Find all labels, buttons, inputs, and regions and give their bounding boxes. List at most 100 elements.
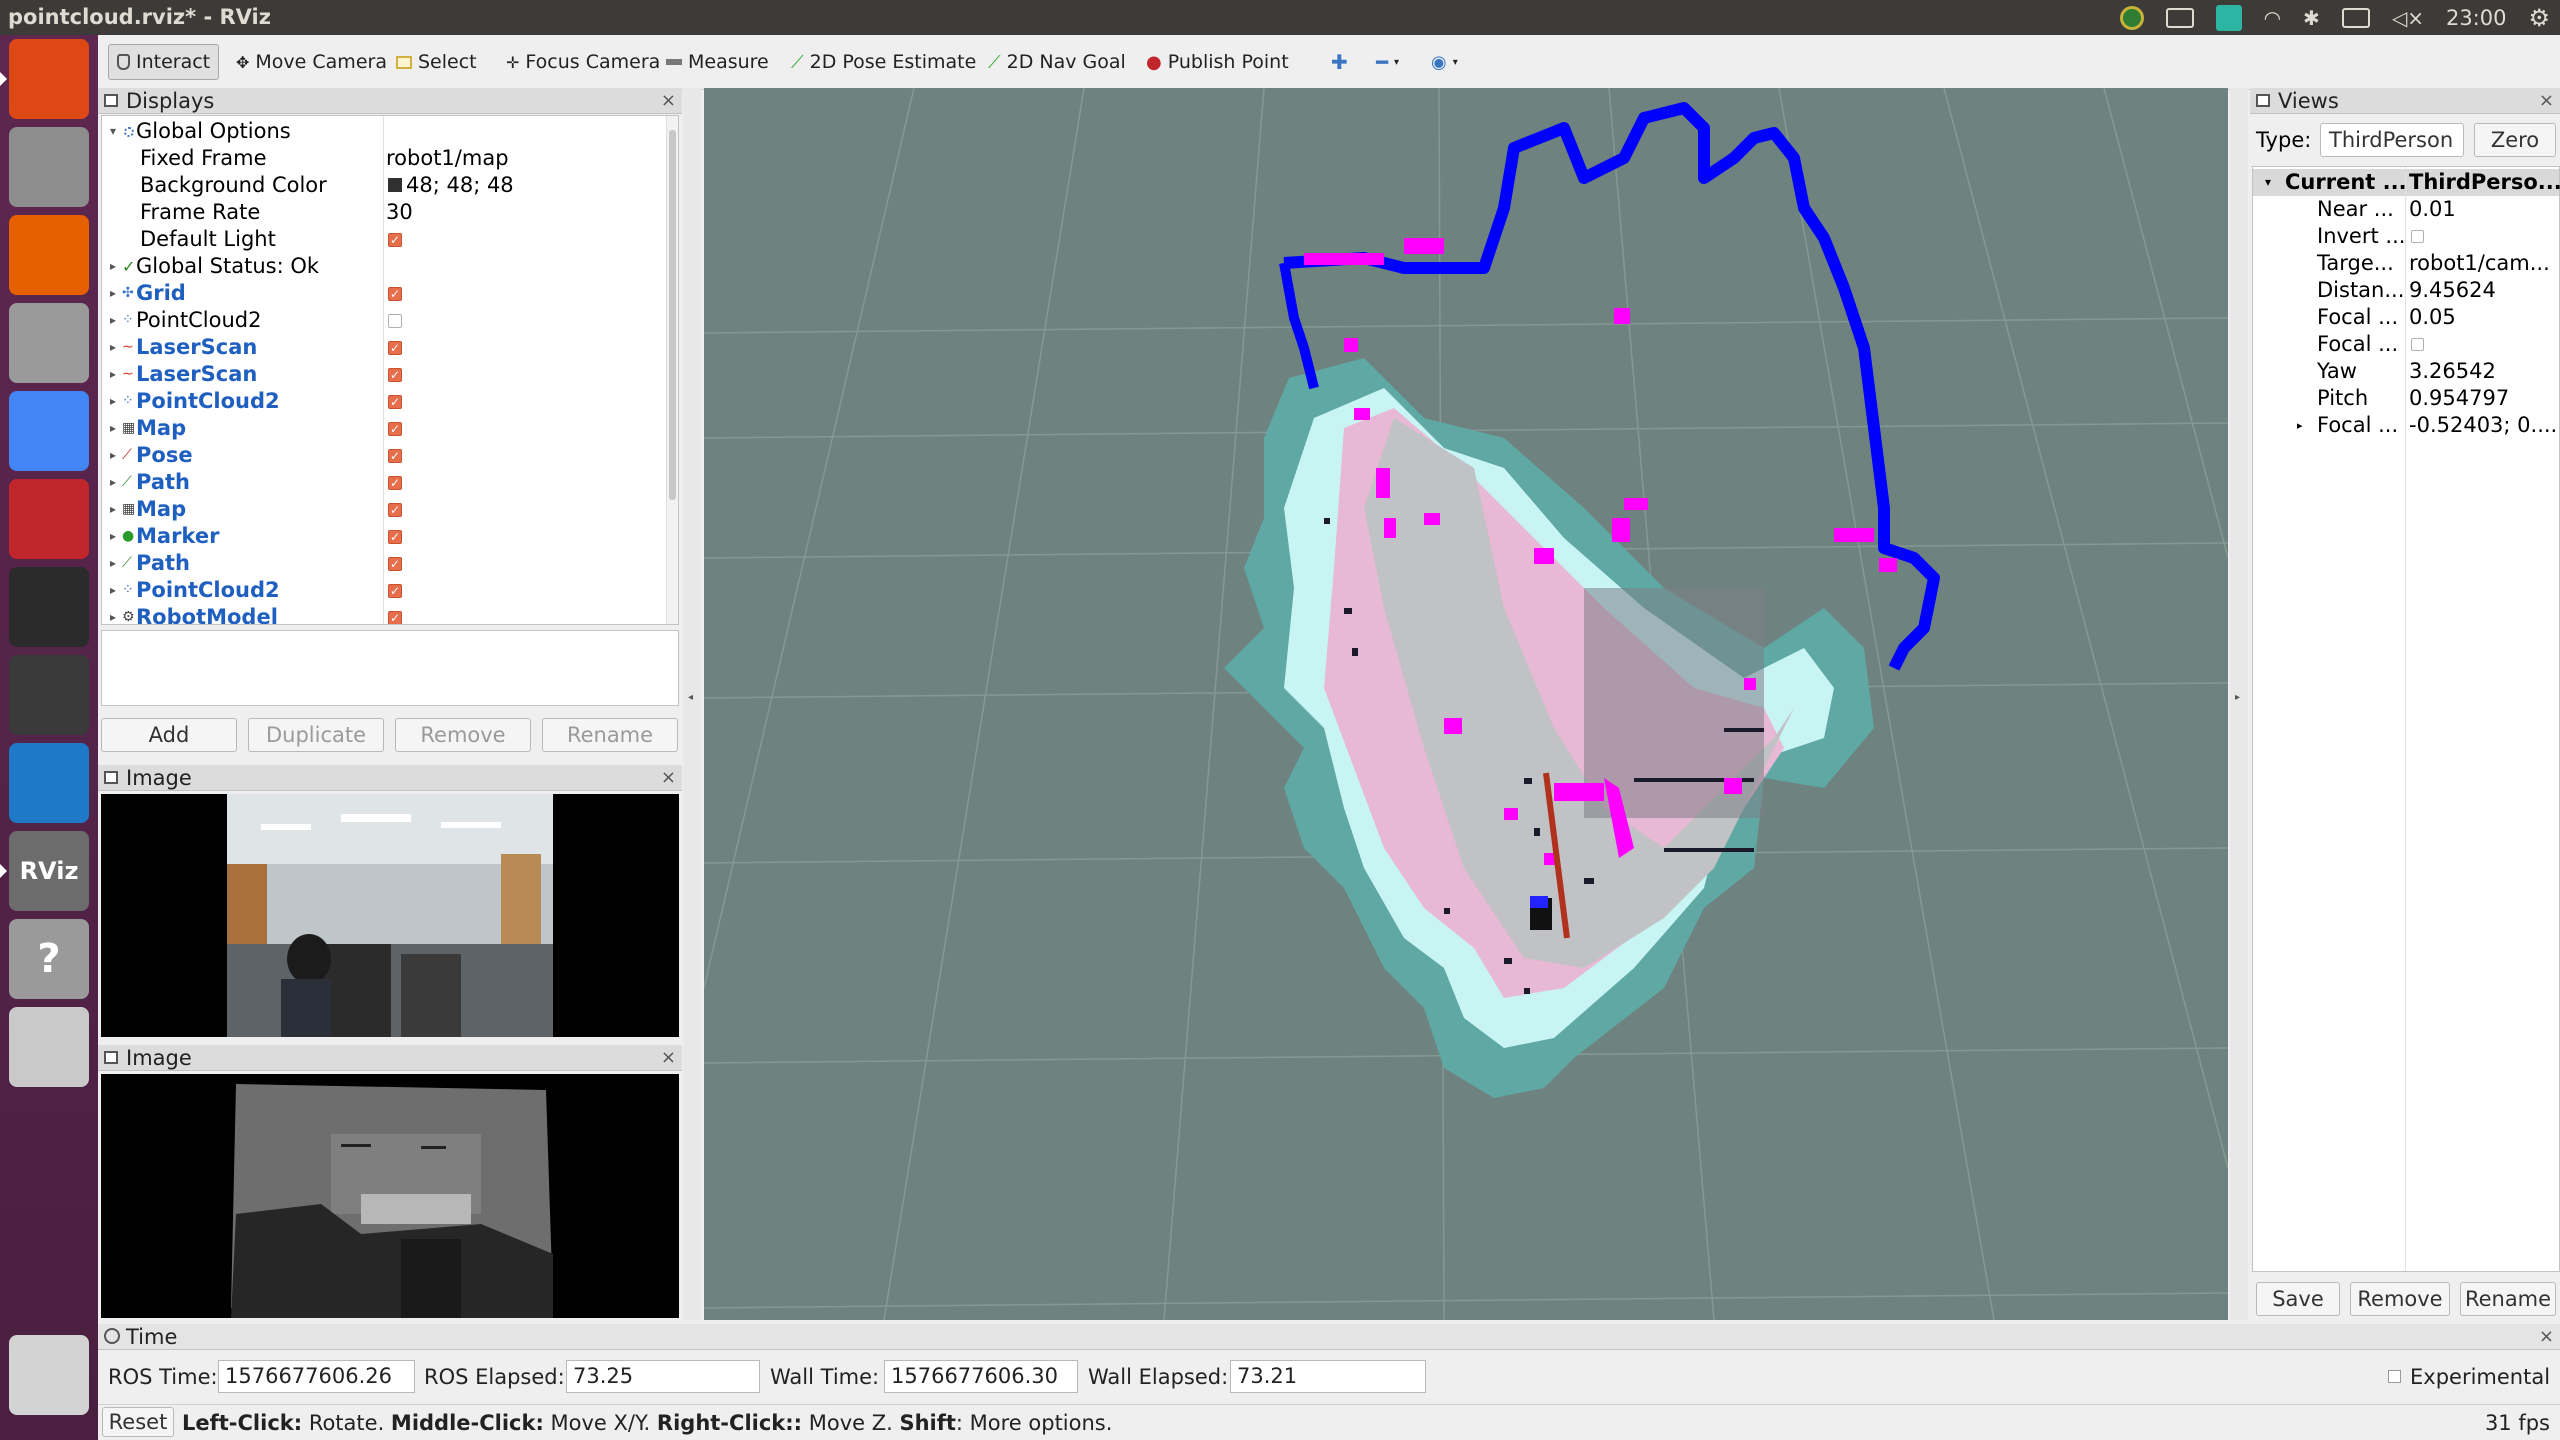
display-enabled-checkbox[interactable]	[388, 524, 402, 551]
display-enabled-checkbox[interactable]	[388, 443, 402, 470]
battery-icon[interactable]	[2341, 7, 2370, 28]
expand-arrow-icon[interactable]: ▸	[110, 469, 116, 496]
expand-arrow-icon[interactable]: ▸	[110, 253, 116, 280]
expand-arrow-icon[interactable]: ▸	[110, 442, 116, 469]
display-item-marker[interactable]: ▸ ● Marker	[102, 523, 668, 551]
display-item-grid[interactable]: ▸ ✣ Grid	[102, 280, 668, 308]
collapse-right-icon[interactable]: ▸	[2235, 692, 2240, 703]
default-light-checkbox[interactable]	[388, 227, 402, 254]
close-icon[interactable]: ×	[661, 88, 676, 114]
expand-arrow-icon[interactable]: ▾	[110, 118, 116, 145]
expand-arrow-icon[interactable]: ▸	[110, 577, 116, 604]
gear-icon[interactable]: ⚙	[2528, 4, 2550, 32]
3d-render-view[interactable]	[704, 88, 2228, 1320]
expand-arrow-icon[interactable]: ▸	[2297, 412, 2303, 439]
view-property-row[interactable]: ▸ Focal ... -0.52403; 0....	[2253, 412, 2559, 439]
view-property-row[interactable]: Yaw 3.26542	[2253, 358, 2559, 385]
tree-property-row[interactable]: Frame Rate 30	[102, 199, 668, 226]
duplicate-button[interactable]: Duplicate	[248, 718, 384, 752]
view-property-checkbox[interactable]	[2411, 230, 2424, 243]
scrollbar-thumb[interactable]	[669, 130, 676, 500]
expand-arrow-icon[interactable]: ▸	[110, 415, 116, 442]
expand-arrow-icon[interactable]: ▸	[110, 334, 116, 361]
terminal-app-icon[interactable]	[9, 479, 89, 559]
display-enabled-checkbox[interactable]	[388, 314, 402, 328]
display-enabled-checkbox[interactable]	[388, 389, 402, 416]
tree-property-row[interactable]: Default Light	[102, 226, 668, 254]
view-property-value[interactable]: 3.26542	[2409, 358, 2496, 385]
display-item-robotmodel[interactable]: ▸ ⚙ RobotModel	[102, 604, 668, 624]
cheese-camera-icon[interactable]	[9, 655, 89, 735]
property-value[interactable]: 48; 48; 48	[406, 172, 514, 199]
display-item-pointcloud2[interactable]: ▸ ⁘ PointCloud2	[102, 577, 668, 605]
expand-arrow-icon[interactable]: ▸	[110, 388, 116, 415]
remove-button[interactable]: Remove	[395, 718, 531, 752]
clock[interactable]: 23:00	[2446, 6, 2507, 30]
expand-arrow-icon[interactable]: ▸	[110, 523, 116, 550]
display-enabled-checkbox[interactable]	[388, 281, 402, 308]
rename-button[interactable]: Rename	[542, 718, 678, 752]
rviz-icon[interactable]: RViz	[9, 831, 89, 911]
expand-arrow-icon[interactable]: ▸	[110, 280, 116, 307]
view-property-value[interactable]: 0.01	[2409, 196, 2456, 223]
keyboard-icon[interactable]	[2165, 7, 2194, 28]
experimental-checkbox[interactable]	[2388, 1370, 2401, 1383]
expand-arrow-icon[interactable]: ▸	[110, 496, 116, 523]
zero-button[interactable]: Zero	[2474, 123, 2556, 157]
display-enabled-checkbox[interactable]	[388, 551, 402, 578]
files-icon[interactable]	[9, 127, 89, 207]
add-button[interactable]: Add	[101, 718, 237, 752]
current-view-row[interactable]: ▾ Current ... ThirdPerso...	[2253, 169, 2560, 196]
publish-point-tool[interactable]: ● Publish Point	[1138, 44, 1297, 80]
expand-arrow-icon[interactable]: ▸	[110, 604, 116, 624]
view-property-row[interactable]: Focal ... 0.05	[2253, 304, 2559, 331]
display-item-path[interactable]: ▸ ⟋ Path	[102, 469, 668, 497]
vscode-icon[interactable]	[9, 743, 89, 823]
view-property-row[interactable]: Targe... robot1/cam...	[2253, 250, 2559, 277]
trash-icon[interactable]	[9, 1335, 89, 1415]
display-item-pointcloud2[interactable]: ▸ ⁘ PointCloud2	[102, 388, 668, 416]
collapse-left-icon[interactable]: ◂	[688, 692, 693, 703]
measure-tool[interactable]: Measure	[658, 44, 777, 80]
close-icon[interactable]: ×	[2539, 88, 2554, 114]
bluetooth-icon[interactable]: ✱	[2303, 6, 2320, 30]
move-camera-tool[interactable]: ✥ Move Camera	[228, 44, 395, 80]
reset-button[interactable]: Reset	[102, 1407, 174, 1437]
property-value[interactable]: robot1/map	[386, 145, 509, 172]
close-icon[interactable]: ×	[2539, 1324, 2554, 1350]
property-value[interactable]: 30	[386, 199, 413, 226]
view-property-value[interactable]: 0.954797	[2409, 385, 2509, 412]
tree-row-global-options[interactable]: ▾ Global Options	[102, 118, 668, 145]
display-item-map[interactable]: ▸ ▦ Map	[102, 496, 668, 524]
close-icon[interactable]: ×	[661, 765, 676, 791]
ros-elapsed-field[interactable]: 73.25	[566, 1360, 760, 1393]
view-property-checkbox[interactable]	[2411, 338, 2424, 351]
display-item-laserscan[interactable]: ▸ ∼ LaserScan	[102, 361, 668, 389]
view-property-row[interactable]: Pitch 0.954797	[2253, 385, 2559, 412]
expand-arrow-icon[interactable]: ▸	[110, 307, 116, 334]
close-icon[interactable]: ×	[661, 1045, 676, 1071]
display-item-pose[interactable]: ▸ ⟋ Pose	[102, 442, 668, 470]
chrome-icon[interactable]	[9, 391, 89, 471]
display-enabled-checkbox[interactable]	[388, 416, 402, 443]
pose-estimate-tool[interactable]: ⟋ 2D Pose Estimate	[783, 44, 984, 80]
expand-arrow-icon[interactable]: ▾	[2265, 169, 2271, 196]
network-tray-icon[interactable]	[2215, 4, 2242, 31]
remove-view-button[interactable]: Remove	[2350, 1282, 2450, 1316]
system-settings-icon[interactable]	[9, 303, 89, 383]
rename-view-button[interactable]: Rename	[2460, 1282, 2556, 1316]
tree-property-row[interactable]: Background Color 48; 48; 48	[102, 172, 668, 199]
tree-row-global-status[interactable]: ▸ ✓ Global Status: Ok	[102, 253, 668, 280]
remove-tool-button[interactable]: ━ ▾	[1368, 44, 1407, 80]
ubuntu-dash-icon[interactable]	[9, 39, 89, 119]
select-tool[interactable]: Select	[388, 44, 485, 80]
view-property-row[interactable]: Focal ...	[2253, 331, 2559, 358]
ros-time-field[interactable]: 1576677606.26	[218, 1360, 415, 1393]
save-view-button[interactable]: Save	[2256, 1282, 2340, 1316]
volume-icon[interactable]: ◁×	[2392, 6, 2424, 30]
display-enabled-checkbox[interactable]	[388, 362, 402, 389]
map-scene[interactable]	[704, 88, 2228, 1320]
tree-property-row[interactable]: Fixed Frame robot1/map	[102, 145, 668, 172]
system-monitor-icon[interactable]	[9, 567, 89, 647]
view-property-row[interactable]: Distan... 9.45624	[2253, 277, 2559, 304]
